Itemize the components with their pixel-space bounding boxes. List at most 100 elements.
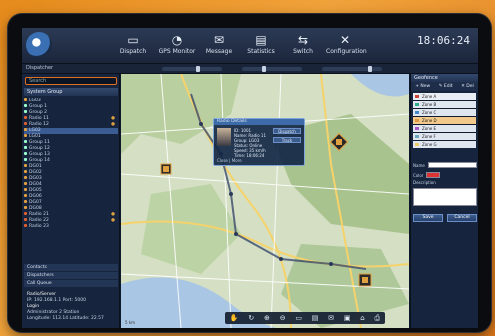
node-icon	[24, 128, 27, 131]
zone-list-item[interactable]: Zone F	[413, 133, 476, 140]
zone-label: Zone B	[422, 102, 437, 107]
user-photo	[217, 128, 231, 146]
form-buttons: Save Cancel	[413, 214, 477, 222]
node-icon	[24, 116, 27, 119]
map-tool-button[interactable]: ⊖	[280, 314, 286, 322]
panel-actions: + New ✎ Edit ✕ Del	[411, 82, 478, 91]
zone-list-item[interactable]: Zone G	[413, 141, 476, 148]
popup-dispatch-button[interactable]: Dispatch	[273, 128, 301, 134]
map-toolbar: ✋ ↻ ⊕ ⊖ ▭ ▤ ✉ ▣ ⌂ ⎙	[225, 312, 385, 324]
toolbar-gps[interactable]: ◔ GPS Monitor	[158, 32, 196, 60]
popup-footer[interactable]: Close | More	[217, 158, 242, 163]
tree-item-label: Group 11	[29, 140, 50, 145]
tree-item-label: Radio 11	[29, 116, 49, 121]
map-canvas[interactable]	[121, 74, 409, 328]
description-field[interactable]	[413, 188, 477, 206]
zone-list: Zone A Zone B Zone C Zone D Zone E Zone F Zone…	[413, 93, 476, 148]
zone-list-item[interactable]: Zone C	[413, 109, 476, 116]
node-icon	[24, 182, 27, 185]
zoom-slider[interactable]	[242, 66, 302, 72]
zone-label: Zone A	[422, 94, 437, 99]
configuration-icon: ✕	[339, 33, 351, 47]
status-indicator: ●	[111, 218, 115, 223]
tree-item-label: Group 1	[29, 104, 47, 109]
zone-label: Zone F	[422, 134, 436, 139]
map-view[interactable]: Radio Details ID: 1001 Name: Radio 11 Gr…	[121, 74, 409, 328]
accordion-dispatchers[interactable]: Dispatchers	[24, 272, 118, 279]
map-tool-button[interactable]: ✉	[328, 314, 334, 322]
map-tool-button[interactable]: ▭	[295, 314, 302, 322]
radio-info-popup: Radio Details ID: 1001 Name: Radio 11 Gr…	[213, 118, 305, 166]
zone-list-item[interactable]: Zone B	[413, 101, 476, 108]
statistics-icon: ▤	[255, 33, 267, 47]
gps-icon: ◔	[171, 33, 183, 47]
map-tool-button[interactable]: ↻	[248, 314, 254, 322]
color-swatch-icon	[415, 119, 419, 122]
right-panel: Geofence + New ✎ Edit ✕ Del Zone A Zone B…	[410, 74, 478, 328]
node-icon	[24, 188, 27, 191]
slider-knob[interactable]	[262, 66, 266, 72]
section-header[interactable]: System Group	[24, 88, 118, 96]
map-tool-button[interactable]: ▤	[312, 314, 319, 322]
switch-icon: ⇆	[297, 33, 309, 47]
zone-list-item[interactable]: Zone E	[413, 125, 476, 132]
popup-title: Radio Details	[214, 119, 304, 125]
tree-item-label: Radio 21	[29, 212, 49, 217]
tree-item-label: DG05	[29, 188, 42, 193]
map-marker[interactable]	[358, 273, 372, 287]
node-icon	[24, 122, 27, 125]
map-tool-button[interactable]: ⌂	[360, 314, 364, 322]
color-swatch-icon	[415, 95, 419, 98]
node-icon	[24, 206, 27, 209]
color-picker[interactable]	[426, 172, 441, 178]
tree-item-label: Group 13	[29, 152, 50, 157]
cancel-button[interactable]: Cancel	[447, 214, 477, 222]
toolbar-message[interactable]: ✉ Message	[200, 32, 238, 60]
volume-slider[interactable]	[162, 66, 222, 72]
node-icon	[24, 200, 27, 203]
toolbar-statistics[interactable]: ▤ Statistics	[242, 32, 280, 60]
app-logo	[26, 32, 52, 58]
tree-item-label: DG01	[29, 164, 42, 169]
accordion-contacts[interactable]: Contacts	[24, 264, 118, 271]
toolbar-configuration[interactable]: ✕ Configuration	[326, 32, 367, 60]
tree-item-label: Group 2	[29, 110, 47, 115]
speed-slider[interactable]	[322, 66, 382, 72]
group-tree: LG03 Group 1 Group 2 Radio 11 ● Radio 12 ● LG02…	[24, 98, 118, 230]
map-tool-button[interactable]: ⎙	[374, 314, 380, 323]
map-tool-button[interactable]: ⊕	[264, 314, 270, 322]
color-swatch-icon	[415, 143, 419, 146]
save-button[interactable]: Save	[413, 214, 443, 222]
tree-item[interactable]: Radio 23	[24, 224, 118, 230]
tree-item-label: Radio 12	[29, 122, 49, 127]
toolbar-switch[interactable]: ⇆ Switch	[284, 32, 322, 60]
name-field[interactable]	[427, 162, 477, 168]
map-marker[interactable]	[160, 163, 172, 175]
popup-track-button[interactable]: Track	[273, 137, 301, 143]
slider-knob[interactable]	[196, 66, 200, 72]
status-strip: Dispatcher	[22, 64, 478, 74]
slider-knob[interactable]	[368, 66, 372, 72]
map-scale: 5 km	[125, 320, 136, 325]
new-button[interactable]: + New	[415, 82, 430, 91]
accordion-call-queue[interactable]: Call Queue	[24, 280, 118, 287]
dispatch-icon: ▭	[127, 33, 139, 47]
tree-item-label: DG02	[29, 170, 42, 175]
app-screen: ▭ Dispatch ◔ GPS Monitor ✉ Message ▤ Statist…	[22, 28, 478, 328]
map-tool-button[interactable]: ▣	[344, 314, 351, 322]
node-icon	[24, 158, 27, 161]
search-input[interactable]: Search	[25, 77, 117, 85]
toolbar-dispatch[interactable]: ▭ Dispatch	[114, 32, 152, 60]
map-tool-button[interactable]: ✋	[230, 314, 239, 322]
node-icon	[24, 98, 27, 101]
zone-label: Zone E	[422, 126, 436, 131]
tree-item-label: DG06	[29, 194, 42, 199]
zone-list-item[interactable]: Zone D	[413, 117, 476, 124]
delete-button[interactable]: ✕ Del	[461, 82, 474, 91]
node-icon	[24, 170, 27, 173]
edit-button[interactable]: ✎ Edit	[439, 82, 453, 91]
tree-item-label: DG08	[29, 206, 42, 211]
zone-list-item[interactable]: Zone A	[413, 93, 476, 100]
zone-form: Name Color Description	[413, 160, 477, 206]
node-icon	[24, 194, 27, 197]
